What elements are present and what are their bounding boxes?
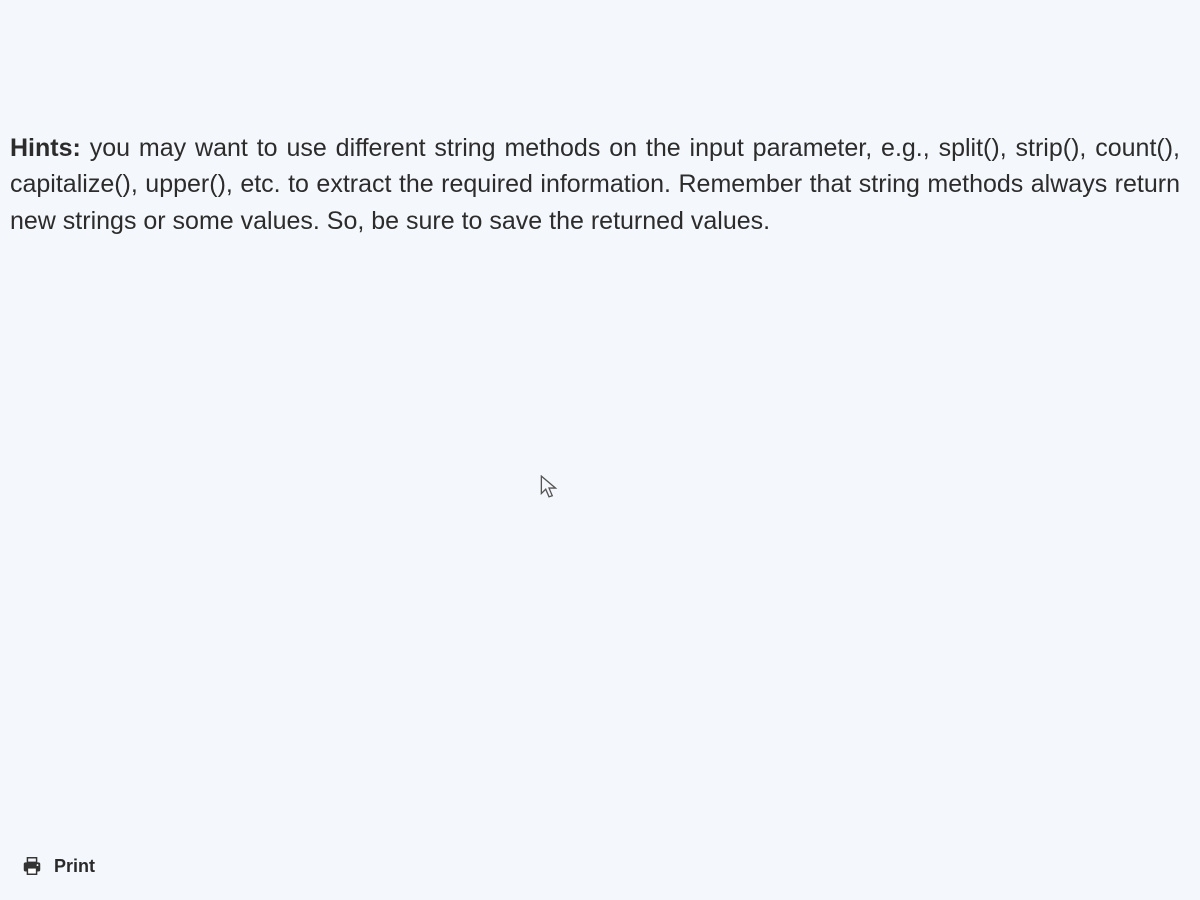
hints-heading: Hints: (10, 134, 81, 162)
main-content: Hints: you may want to use different str… (0, 0, 1200, 239)
cursor-icon (540, 475, 558, 499)
hints-paragraph: Hints: you may want to use different str… (10, 130, 1180, 239)
print-button[interactable]: Print (20, 854, 95, 878)
hints-text: you may want to use different string met… (10, 134, 1180, 235)
print-label: Print (54, 856, 95, 877)
printer-icon (20, 854, 44, 878)
